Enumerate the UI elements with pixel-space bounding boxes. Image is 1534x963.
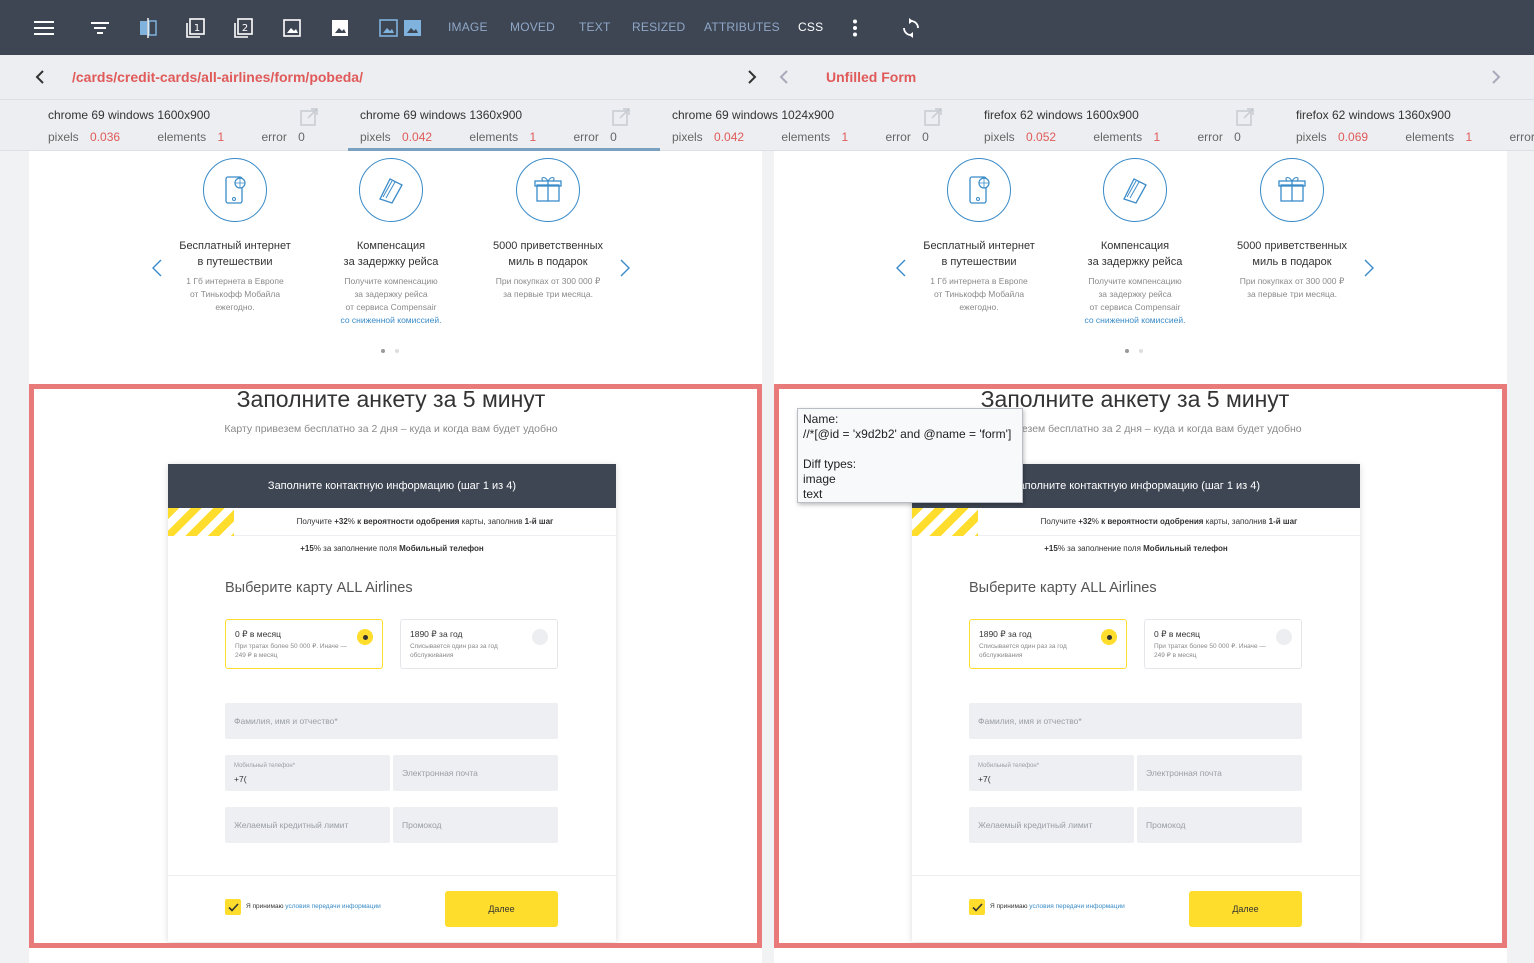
compensair-link[interactable]: со сниженной комиссией. (321, 314, 461, 327)
browser-tab-name: firefox 62 windows 1600x900 (984, 108, 1139, 122)
browser-tab[interactable]: chrome 69 windows 1360x900 pixels 0.042 … (348, 100, 660, 151)
open-external-icon[interactable] (300, 108, 318, 126)
carousel-next-icon[interactable] (1362, 258, 1376, 278)
diff-tooltip: Name: //*[@id = 'x9d2b2' and @name = 'fo… (797, 408, 1023, 503)
carousel-prev-icon[interactable] (894, 258, 908, 278)
diff-filter-moved[interactable]: MOVED (510, 20, 555, 34)
view-one-icon[interactable]: 1 (182, 14, 210, 42)
center-gutter (762, 151, 774, 963)
page-state[interactable]: Unfilled Form (826, 69, 916, 85)
carousel-dots[interactable] (381, 340, 411, 353)
feature-internet: Бесплатный интернет в путешествии 1 Гб ин… (909, 158, 1049, 314)
more-vertical-icon[interactable] (841, 14, 869, 42)
diff-filter-attributes[interactable]: ATTRIBUTES (704, 20, 780, 34)
svg-text:1: 1 (194, 23, 200, 34)
path-bar: /cards/credit-cards/all-airlines/form/po… (0, 55, 1534, 100)
carousel-dots[interactable] (1125, 340, 1155, 353)
feature-compensation: Компенсация за задержку рейса Получите ко… (321, 158, 461, 327)
feature-compensation: Компенсация за задержку рейса Получите ко… (1065, 158, 1205, 327)
image-pair-icon[interactable] (378, 14, 424, 42)
feature-miles: 5000 приветственных миль в подарок При по… (478, 158, 618, 301)
browser-tab[interactable]: chrome 69 windows 1600x900 pixels 0.036 … (36, 100, 348, 151)
browser-tab-stats: pixels 0.042 elements 1 error 0 (672, 130, 929, 144)
browser-tab-stats: pixels 0.042 elements 1 error 0 (360, 130, 617, 144)
browser-tab[interactable]: firefox 62 windows 1600x900 pixels 0.052… (972, 100, 1284, 151)
next-page-chevron-icon[interactable] (743, 68, 761, 86)
diff-filter-css[interactable]: CSS (798, 20, 823, 34)
phone-globe-icon (203, 158, 267, 222)
browser-tab[interactable]: firefox 62 windows 1360x900 pixels 0.069… (1284, 100, 1534, 151)
view-two-icon[interactable]: 2 (230, 14, 258, 42)
prev-state-chevron-icon[interactable] (775, 68, 793, 86)
diff-filter-text[interactable]: TEXT (579, 20, 610, 34)
browser-tab-name: chrome 69 windows 1360x900 (360, 108, 523, 122)
browser-tab-stats: pixels 0.036 elements 1 error 0 (48, 130, 305, 144)
diff-filter-resized[interactable]: RESIZED (632, 20, 685, 34)
browser-tab[interactable]: chrome 69 windows 1024x900 pixels 0.042 … (660, 100, 972, 151)
browser-tab-name: chrome 69 windows 1600x900 (48, 108, 211, 122)
left-gutter (0, 151, 29, 963)
browser-tab-name: firefox 62 windows 1360x900 (1296, 108, 1451, 122)
filter-icon[interactable] (86, 14, 114, 42)
open-external-icon[interactable] (924, 108, 942, 126)
compensair-link[interactable]: со сниженной комиссией. (1065, 314, 1205, 327)
browser-tab-stats: pixels 0.069 elements 1 error 0 (1296, 130, 1534, 144)
browser-tab-name: chrome 69 windows 1024x900 (672, 108, 835, 122)
page-path[interactable]: /cards/credit-cards/all-airlines/form/po… (72, 69, 363, 85)
diff-highlight-box[interactable] (29, 384, 762, 948)
open-external-icon[interactable] (612, 108, 630, 126)
gift-icon (516, 158, 580, 222)
refresh-icon[interactable] (897, 14, 925, 42)
prev-page-chevron-icon[interactable] (31, 68, 49, 86)
open-external-icon[interactable] (1236, 108, 1254, 126)
image-filled-icon[interactable] (326, 14, 354, 42)
browser-tabs: chrome 69 windows 1600x900 pixels 0.036 … (0, 100, 1534, 151)
compare-split-icon[interactable] (134, 14, 162, 42)
right-gutter (1507, 151, 1534, 963)
next-state-chevron-icon[interactable] (1487, 68, 1505, 86)
feature-miles: 5000 приветственных миль в подарок При по… (1222, 158, 1362, 301)
browser-tab-stats: pixels 0.052 elements 1 error 0 (984, 130, 1241, 144)
gift-icon (1260, 158, 1324, 222)
tickets-icon (359, 158, 423, 222)
svg-text:2: 2 (242, 23, 248, 34)
image-outline-icon[interactable] (278, 14, 306, 42)
carousel-next-icon[interactable] (618, 258, 632, 278)
phone-globe-icon (947, 158, 1011, 222)
feature-internet: Бесплатный интернет в путешествии 1 Гб ин… (165, 158, 305, 314)
carousel-prev-icon[interactable] (150, 258, 164, 278)
diff-filter-image[interactable]: IMAGE (448, 20, 488, 34)
top-toolbar: 1 2 IMAGE MOVED TEXT RESIZED ATTRIBUTES … (0, 0, 1534, 55)
hamburger-menu-icon[interactable] (30, 14, 58, 42)
tickets-icon (1103, 158, 1167, 222)
